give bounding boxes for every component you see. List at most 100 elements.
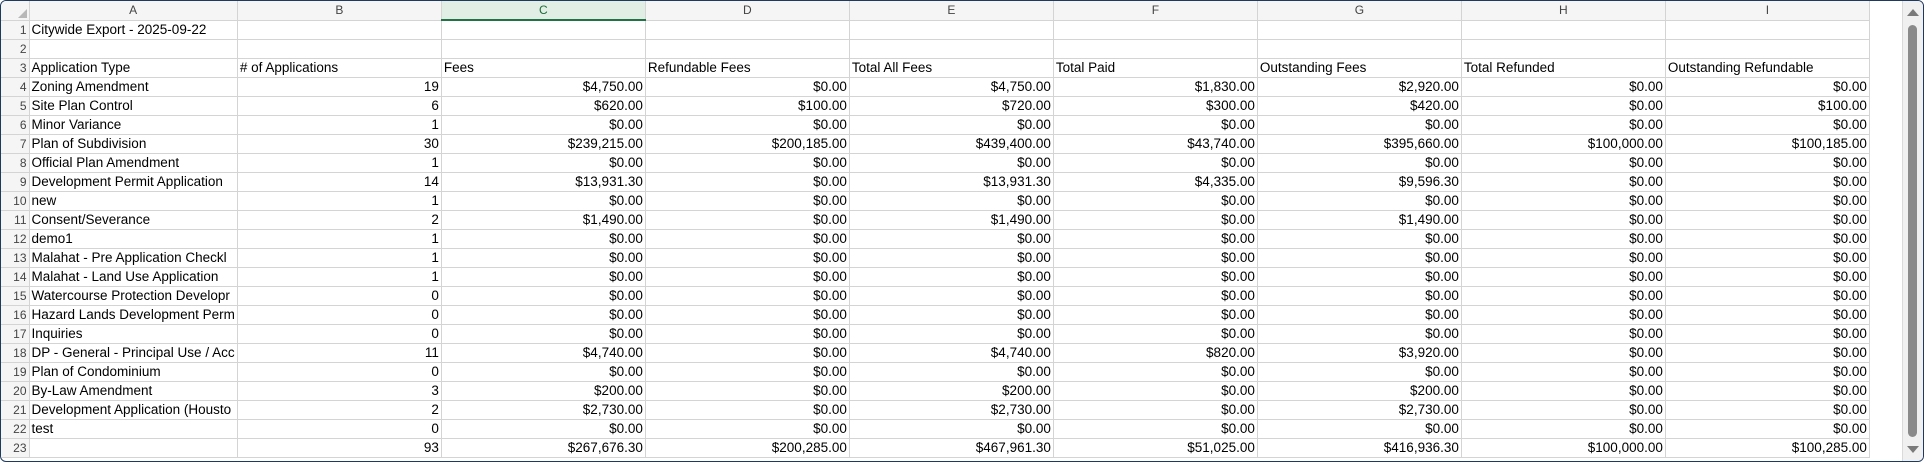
cell-c9[interactable]: $13,931.30 — [441, 172, 646, 192]
cell-a6[interactable]: Minor Variance — [29, 115, 238, 135]
cell-a22[interactable]: test — [29, 419, 238, 439]
cell-a18[interactable]: DP - General - Principal Use / Acc — [29, 343, 238, 363]
cell-h6[interactable]: $0.00 — [1461, 115, 1666, 135]
cell-b18[interactable]: 11 — [237, 343, 442, 363]
cell-h9[interactable]: $0.00 — [1461, 172, 1666, 192]
cell-f4[interactable]: $1,830.00 — [1053, 77, 1258, 97]
cell-e23[interactable]: $467,961.30 — [849, 438, 1054, 458]
cell-g11[interactable]: $1,490.00 — [1257, 210, 1462, 230]
cell-g10[interactable]: $0.00 — [1257, 191, 1462, 211]
cell-f13[interactable]: $0.00 — [1053, 248, 1258, 268]
cell-g4[interactable]: $2,920.00 — [1257, 77, 1462, 97]
cell-h7[interactable]: $100,000.00 — [1461, 134, 1666, 154]
cell-a15[interactable]: Watercourse Protection Developr — [29, 286, 238, 306]
cell-d23[interactable]: $200,285.00 — [645, 438, 850, 458]
cell-g23[interactable]: $416,936.30 — [1257, 438, 1462, 458]
cell-a5[interactable]: Site Plan Control — [29, 96, 238, 116]
cell-d14[interactable]: $0.00 — [645, 267, 850, 287]
cell-d3[interactable]: Refundable Fees — [645, 58, 850, 78]
cell-b14[interactable]: 1 — [237, 267, 442, 287]
cell-d4[interactable]: $0.00 — [645, 77, 850, 97]
cell-b5[interactable]: 6 — [237, 96, 442, 116]
cell-f6[interactable]: $0.00 — [1053, 115, 1258, 135]
cell-c21[interactable]: $2,730.00 — [441, 400, 646, 420]
cell-h22[interactable]: $0.00 — [1461, 419, 1666, 439]
cell-i22[interactable]: $0.00 — [1665, 419, 1870, 439]
cell-b22[interactable]: 0 — [237, 419, 442, 439]
row-header[interactable]: 19 — [1, 362, 30, 382]
cell-f19[interactable]: $0.00 — [1053, 362, 1258, 382]
row-header[interactable]: 14 — [1, 267, 30, 287]
row-header[interactable]: 1 — [1, 20, 30, 40]
cell-b9[interactable]: 14 — [237, 172, 442, 192]
cell-i20[interactable]: $0.00 — [1665, 381, 1870, 401]
cell-b21[interactable]: 2 — [237, 400, 442, 420]
cell-c19[interactable]: $0.00 — [441, 362, 646, 382]
cell-d13[interactable]: $0.00 — [645, 248, 850, 268]
cell-h11[interactable]: $0.00 — [1461, 210, 1666, 230]
cell-d18[interactable]: $0.00 — [645, 343, 850, 363]
column-header-b[interactable]: B — [237, 1, 442, 21]
cell-i21[interactable]: $0.00 — [1665, 400, 1870, 420]
cell-e16[interactable]: $0.00 — [849, 305, 1054, 325]
cell-i9[interactable]: $0.00 — [1665, 172, 1870, 192]
cell-d21[interactable]: $0.00 — [645, 400, 850, 420]
cell-d20[interactable]: $0.00 — [645, 381, 850, 401]
column-header-f[interactable]: F — [1053, 1, 1258, 21]
cell-e18[interactable]: $4,740.00 — [849, 343, 1054, 363]
cell-d22[interactable]: $0.00 — [645, 419, 850, 439]
cell-f1[interactable] — [1053, 20, 1258, 40]
cell-g14[interactable]: $0.00 — [1257, 267, 1462, 287]
cell-h17[interactable]: $0.00 — [1461, 324, 1666, 344]
cell-g9[interactable]: $9,596.30 — [1257, 172, 1462, 192]
cell-h10[interactable]: $0.00 — [1461, 191, 1666, 211]
cell-e17[interactable]: $0.00 — [849, 324, 1054, 344]
cell-i12[interactable]: $0.00 — [1665, 229, 1870, 249]
cell-c16[interactable]: $0.00 — [441, 305, 646, 325]
cell-d6[interactable]: $0.00 — [645, 115, 850, 135]
cell-d19[interactable]: $0.00 — [645, 362, 850, 382]
cell-b20[interactable]: 3 — [237, 381, 442, 401]
cell-g2[interactable] — [1257, 39, 1462, 59]
cell-f3[interactable]: Total Paid — [1053, 58, 1258, 78]
cell-d17[interactable]: $0.00 — [645, 324, 850, 344]
cell-e21[interactable]: $2,730.00 — [849, 400, 1054, 420]
cell-f23[interactable]: $51,025.00 — [1053, 438, 1258, 458]
cell-g7[interactable]: $395,660.00 — [1257, 134, 1462, 154]
cell-e2[interactable] — [849, 39, 1054, 59]
cell-i8[interactable]: $0.00 — [1665, 153, 1870, 173]
cell-h16[interactable]: $0.00 — [1461, 305, 1666, 325]
cell-f8[interactable]: $0.00 — [1053, 153, 1258, 173]
row-header[interactable]: 23 — [1, 438, 30, 458]
cell-h14[interactable]: $0.00 — [1461, 267, 1666, 287]
row-header[interactable]: 17 — [1, 324, 30, 344]
cell-i16[interactable]: $0.00 — [1665, 305, 1870, 325]
column-header-a[interactable]: A — [29, 1, 238, 21]
cell-h20[interactable]: $0.00 — [1461, 381, 1666, 401]
cell-a1[interactable]: Citywide Export - 2025-09-22 — [29, 20, 238, 40]
row-header[interactable]: 6 — [1, 115, 30, 135]
cell-g6[interactable]: $0.00 — [1257, 115, 1462, 135]
row-header[interactable]: 7 — [1, 134, 30, 154]
cell-i14[interactable]: $0.00 — [1665, 267, 1870, 287]
cell-g15[interactable]: $0.00 — [1257, 286, 1462, 306]
cell-g21[interactable]: $2,730.00 — [1257, 400, 1462, 420]
cell-h8[interactable]: $0.00 — [1461, 153, 1666, 173]
cell-i11[interactable]: $0.00 — [1665, 210, 1870, 230]
cell-g17[interactable]: $0.00 — [1257, 324, 1462, 344]
cell-a2[interactable] — [29, 39, 238, 59]
cell-c17[interactable]: $0.00 — [441, 324, 646, 344]
cell-c13[interactable]: $0.00 — [441, 248, 646, 268]
row-header[interactable]: 18 — [1, 343, 30, 363]
cell-i3[interactable]: Outstanding Refundable — [1665, 58, 1870, 78]
cell-g5[interactable]: $420.00 — [1257, 96, 1462, 116]
cell-f22[interactable]: $0.00 — [1053, 419, 1258, 439]
cell-f7[interactable]: $43,740.00 — [1053, 134, 1258, 154]
cell-e12[interactable]: $0.00 — [849, 229, 1054, 249]
cell-b17[interactable]: 0 — [237, 324, 442, 344]
cell-f10[interactable]: $0.00 — [1053, 191, 1258, 211]
select-all-corner[interactable] — [1, 1, 30, 21]
cell-c14[interactable]: $0.00 — [441, 267, 646, 287]
cell-c4[interactable]: $4,750.00 — [441, 77, 646, 97]
cell-b13[interactable]: 1 — [237, 248, 442, 268]
